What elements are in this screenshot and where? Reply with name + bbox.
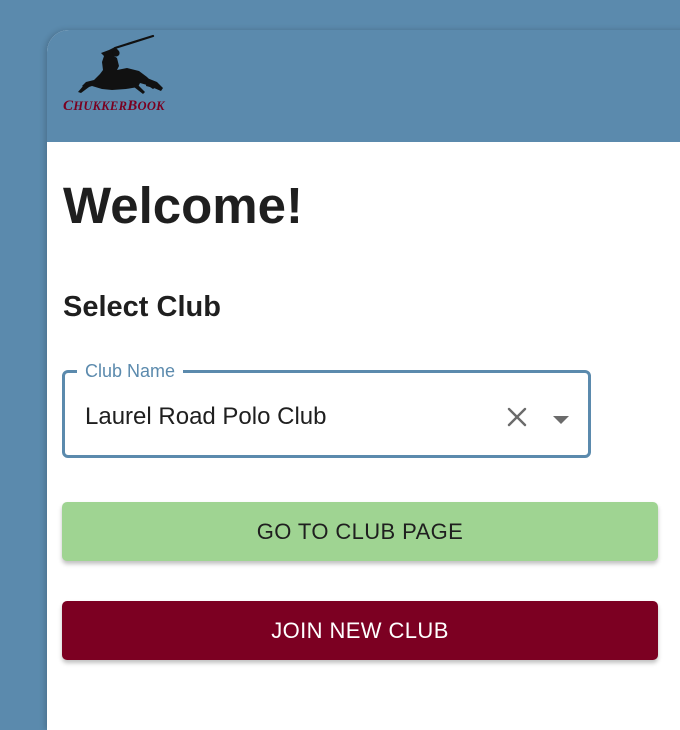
close-icon[interactable] (505, 405, 529, 429)
section-heading: Select Club (63, 291, 221, 323)
main-card: CHUKKERBOOK Welcome! Select Club Club Na… (47, 30, 680, 730)
card-header: CHUKKERBOOK (47, 30, 680, 142)
logo-text: CHUKKERBOOK (63, 98, 165, 114)
club-name-select[interactable]: Club Name Laurel Road Polo Club (62, 359, 591, 458)
join-new-club-button[interactable]: JOIN NEW CLUB (62, 601, 658, 660)
caret-down-icon[interactable] (551, 413, 571, 425)
go-to-club-page-button[interactable]: GO TO CLUB PAGE (62, 502, 658, 561)
club-name-label: Club Name (77, 359, 184, 383)
club-name-value[interactable]: Laurel Road Polo Club (85, 403, 327, 431)
chukkerbook-logo[interactable]: CHUKKERBOOK (61, 34, 173, 116)
polo-player-icon (78, 34, 163, 94)
page-title: Welcome! (63, 177, 303, 234)
